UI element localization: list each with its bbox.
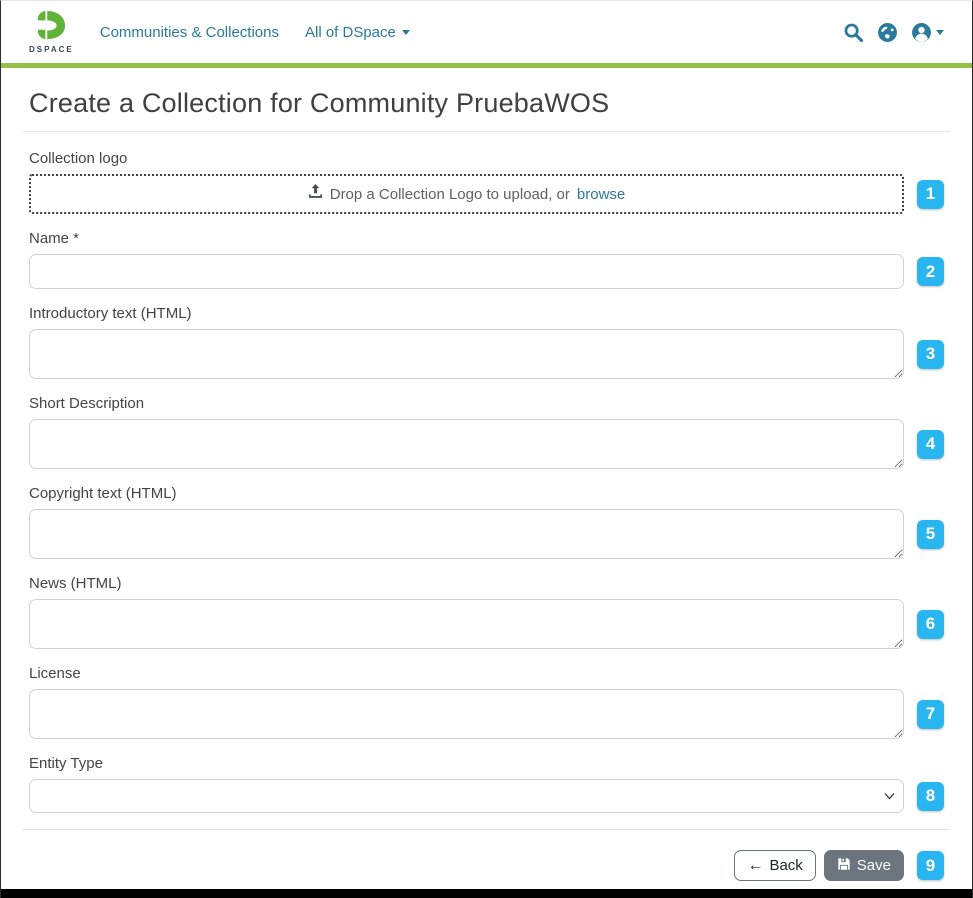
chevron-down-icon	[936, 30, 944, 35]
save-disk-icon	[837, 857, 851, 875]
nav-communities-collections-label: Communities & Collections	[100, 24, 279, 41]
collection-logo-label: Collection logo	[29, 150, 944, 168]
nav-all-of-dspace[interactable]: All of DSpace	[305, 24, 410, 41]
main-nav: Communities & Collections All of DSpace	[100, 24, 410, 41]
news-group: News (HTML) 6	[29, 575, 944, 649]
license-label: License	[29, 665, 944, 683]
introductory-text-label: Introductory text (HTML)	[29, 305, 944, 323]
license-textarea[interactable]	[29, 689, 904, 739]
annotation-badge-3: 3	[917, 340, 944, 369]
main-content: Create a Collection for Community Prueba…	[1, 68, 972, 881]
copyright-text-group: Copyright text (HTML) 5	[29, 485, 944, 559]
entity-type-label: Entity Type	[29, 755, 944, 773]
annotation-badge-5: 5	[917, 520, 944, 549]
name-input[interactable]	[29, 254, 904, 289]
search-icon[interactable]	[843, 22, 864, 43]
save-button[interactable]: Save	[824, 850, 904, 881]
dropzone-text: Drop a Collection Logo to upload, or	[330, 186, 570, 203]
dspace-logo[interactable]: DSPACE	[29, 10, 74, 54]
news-textarea[interactable]	[29, 599, 904, 649]
annotation-badge-9: 9	[917, 851, 944, 880]
page: DSPACE Communities & Collections All of …	[0, 0, 973, 898]
bottom-bar	[1, 889, 972, 898]
back-button[interactable]: ← Back	[734, 850, 815, 881]
copyright-text-label: Copyright text (HTML)	[29, 485, 944, 503]
arrow-left-icon: ←	[747, 858, 763, 874]
short-description-group: Short Description 4	[29, 395, 944, 469]
save-button-label: Save	[857, 857, 891, 874]
footer-divider	[23, 829, 950, 830]
nav-all-of-dspace-label: All of DSpace	[305, 24, 396, 41]
annotation-badge-7: 7	[917, 700, 944, 729]
annotation-badge-1: 1	[917, 180, 944, 209]
entity-type-select[interactable]	[29, 779, 904, 813]
header: DSPACE Communities & Collections All of …	[1, 1, 972, 63]
upload-icon	[308, 184, 323, 204]
user-menu-icon[interactable]	[911, 22, 944, 43]
nav-communities-collections[interactable]: Communities & Collections	[100, 24, 279, 41]
annotation-badge-4: 4	[917, 430, 944, 459]
page-title: Create a Collection for Community Prueba…	[29, 88, 944, 119]
name-label: Name *	[29, 230, 944, 248]
collection-logo-group: Collection logo Drop a Collection Logo t…	[29, 150, 944, 214]
dspace-logo-text: DSPACE	[29, 46, 74, 54]
copyright-text-textarea[interactable]	[29, 509, 904, 559]
title-divider	[23, 131, 950, 132]
name-group: Name * 2	[29, 230, 944, 289]
annotation-badge-6: 6	[917, 610, 944, 639]
entity-type-group: Entity Type 8	[29, 755, 944, 813]
short-description-textarea[interactable]	[29, 419, 904, 469]
header-icons	[843, 22, 944, 43]
annotation-badge-2: 2	[917, 257, 944, 286]
back-button-label: Back	[769, 857, 802, 874]
annotation-badge-8: 8	[917, 782, 944, 811]
introductory-text-group: Introductory text (HTML) 3	[29, 305, 944, 379]
logo-dropzone[interactable]: Drop a Collection Logo to upload, or bro…	[29, 174, 904, 214]
browse-link[interactable]: browse	[577, 186, 625, 203]
introductory-text-textarea[interactable]	[29, 329, 904, 379]
chevron-down-icon	[402, 30, 410, 35]
form-actions: ← Back Save 9	[29, 850, 944, 881]
license-group: License 7	[29, 665, 944, 739]
short-description-label: Short Description	[29, 395, 944, 413]
news-label: News (HTML)	[29, 575, 944, 593]
dspace-logo-icon	[33, 10, 69, 44]
language-globe-icon[interactable]	[877, 22, 898, 43]
